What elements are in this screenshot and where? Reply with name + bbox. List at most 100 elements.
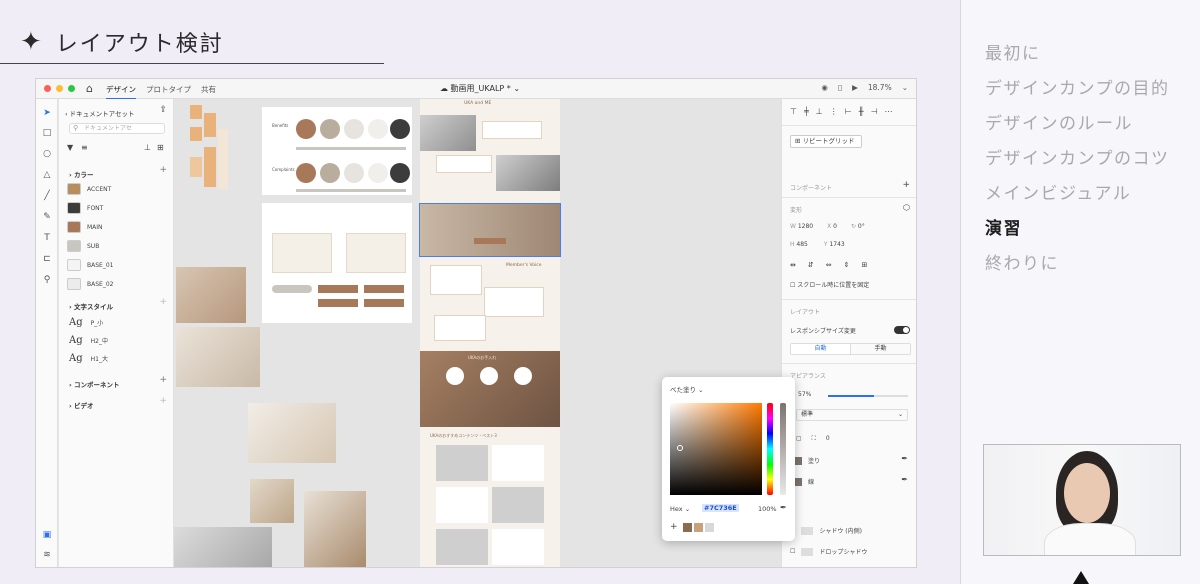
mobile-preview-icon[interactable]: ▯ [838,83,842,92]
text-style-asset[interactable]: Ag P_小 [69,317,103,328]
height-field[interactable]: H 485 [790,241,808,248]
add-component-icon[interactable]: + [902,180,910,190]
opacity-value[interactable]: 57% [798,391,811,398]
repeat-grid-button[interactable]: ⊞ リピートグリッド [790,135,862,148]
align-bottom-icon[interactable]: ⊥ [816,107,823,116]
eyedropper-icon[interactable]: ✒ [780,503,787,512]
line-tool-icon[interactable]: ╱ [41,190,53,202]
photo-thumbnail[interactable] [304,491,366,567]
grid-fit-icon[interactable]: ⊞ [862,261,868,269]
width-field[interactable]: W 1280 [790,223,813,230]
text-tool-icon[interactable]: T [41,232,53,244]
photo-thumbnail[interactable] [248,403,336,463]
text-style-asset[interactable]: Ag H2_中 [69,335,108,346]
add-video-icon[interactable]: + [159,396,167,406]
corner-all-icon[interactable]: ⛶ [812,435,816,443]
tab-prototype[interactable]: プロトタイプ [146,84,191,95]
play-icon[interactable]: ▶ [852,83,858,92]
distribute-h-icon[interactable]: ⋯ [885,107,893,116]
color-asset[interactable]: MAIN [67,221,103,233]
flip-vertical-icon[interactable]: ⇵ [808,261,814,269]
select-tool-icon[interactable]: ➤ [41,107,53,119]
distribute-icon[interactable]: ⋮ [830,107,838,116]
color-swatch[interactable] [693,522,703,532]
add-component-icon[interactable]: + [159,375,167,385]
minimize-window-button[interactable] [56,85,63,92]
sort-icon[interactable]: ≡ [81,143,88,152]
fill-type-select[interactable]: べた塗り ⌄ [670,384,704,394]
tab-share[interactable]: 共有 [201,84,216,95]
color-cursor[interactable] [677,445,683,451]
photo-thumbnail[interactable] [176,267,246,323]
polygon-tool-icon[interactable]: △ [41,169,53,181]
corner-icon[interactable]: ▢ [796,435,802,443]
color-asset[interactable]: BASE_02 [67,278,113,290]
responsive-resize-toggle[interactable] [894,326,910,334]
eyedropper-icon[interactable]: ✒ [901,475,908,484]
components-section-title[interactable]: › コンポーネント [69,379,119,389]
tab-design[interactable]: デザイン [106,84,136,100]
align-right-icon[interactable]: ⊣ [871,107,878,116]
photo-thumbnail[interactable] [174,527,272,567]
alpha-slider[interactable] [780,403,786,495]
selected-hero-section[interactable] [419,203,561,257]
fix-on-scroll-option[interactable]: ☐ スクロール時に位置を固定 [790,280,869,289]
align-left-icon[interactable]: ⊢ [845,107,852,116]
color-swatch[interactable] [682,522,692,532]
fit-width-icon[interactable]: ⇔ [826,261,832,269]
chevron-down-icon[interactable]: ⌄ [902,83,908,92]
checkbox[interactable]: ☐ [790,548,795,555]
pen-tool-icon[interactable]: ✎ [41,211,53,223]
document-title[interactable]: ☁ 動画用_UKALP * ⌄ [440,83,520,94]
color-asset[interactable]: SUB [67,240,99,252]
manual-option[interactable]: 手動 [851,344,910,354]
assets-panel-icon[interactable]: ▣ [41,529,53,541]
drop-shadow-row[interactable]: ☐ ドロップシャドウ [790,547,867,556]
blend-mode-select[interactable]: 標準 ⌄ [796,409,908,421]
maximize-window-button[interactable] [68,85,75,92]
color-asset[interactable]: BASE_01 [67,259,113,271]
artboard-benefits[interactable]: Benefits Complaints [262,107,412,195]
opacity-slider[interactable] [828,395,908,397]
align-center-icon[interactable]: ╫ [859,107,864,116]
color-format-select[interactable]: Hex ⌄ [670,505,690,513]
text-style-asset[interactable]: Ag H1_大 [69,353,108,364]
add-swatch-icon[interactable]: + [670,522,678,532]
zoom-tool-icon[interactable]: ⚲ [41,274,53,286]
photo-thumbnail[interactable] [250,479,294,523]
color-asset[interactable]: ACCENT [67,183,111,195]
share-icon[interactable]: ⇪ [159,105,167,115]
eyedropper-icon[interactable]: ✒ [901,454,908,463]
artboard-landing-page[interactable]: UKA and ME Member's Voice UKAのお手入れ UKAのお… [419,99,561,567]
corner-value[interactable]: 0 [826,435,830,443]
close-window-button[interactable] [44,85,51,92]
alpha-input[interactable]: 100% [758,505,777,513]
flip-horizontal-icon[interactable]: ⇹ [790,261,796,269]
zoom-level[interactable]: 18.7% [868,83,892,92]
home-icon[interactable]: ⌂ [86,82,93,95]
y-field[interactable]: Y 1743 [824,241,845,248]
artboard-content-best3[interactable] [262,203,412,323]
color-swatch[interactable] [704,522,714,532]
inner-shadow-row[interactable]: ☐シャドウ (内側) [790,526,862,535]
assets-search-input[interactable]: ドキュメントアセ [69,123,165,134]
layers-panel-icon[interactable]: ≋ [41,549,53,561]
colors-section-title[interactable]: › カラー [69,169,93,179]
auto-option[interactable]: 自動 [791,344,851,354]
artboard-tool-icon[interactable]: ⊏ [41,253,53,265]
hex-input[interactable]: #7C736E [702,504,739,512]
add-text-style-icon[interactable]: + [159,297,167,307]
add-color-icon[interactable]: + [159,165,167,175]
rotation-field[interactable]: ↻ 0° [851,223,865,230]
text-styles-section-title[interactable]: › 文字スタイル [69,301,113,311]
rectangle-tool-icon[interactable]: □ [41,127,53,139]
filter-icon[interactable]: ▼ [67,143,73,152]
x-field[interactable]: X 0 [827,223,837,230]
video-section-title[interactable]: › ビデオ [69,400,93,410]
ellipse-tool-icon[interactable]: ○ [41,148,53,160]
hue-slider[interactable] [767,403,773,495]
photo-thumbnail[interactable] [176,327,260,387]
align-middle-icon[interactable]: ╪ [804,107,809,116]
color-asset[interactable]: FONT [67,202,103,214]
cube-icon[interactable]: ⬡ [903,203,910,212]
